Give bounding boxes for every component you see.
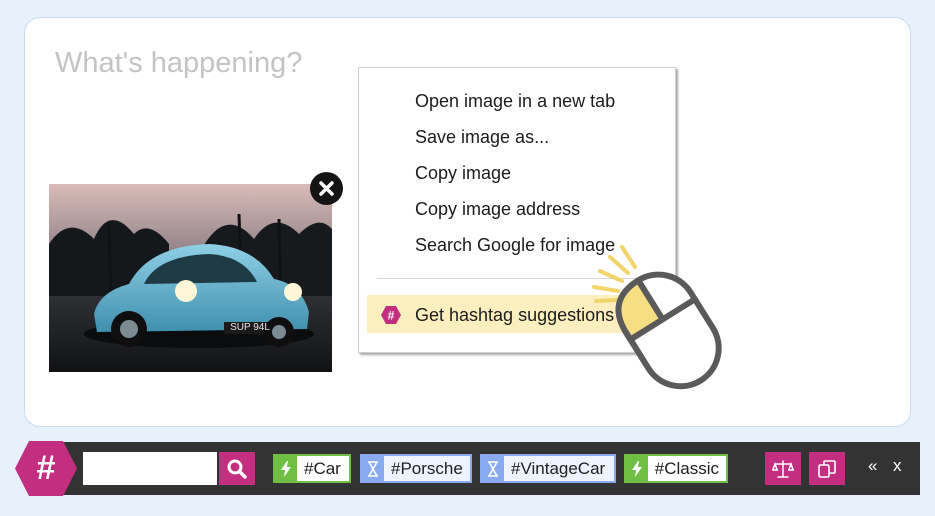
- hashtag-chip-label: #Classic: [654, 458, 719, 478]
- menu-item-copy-image-address[interactable]: Copy image address: [415, 199, 580, 220]
- menu-item-get-hashtag-suggestions[interactable]: Get hashtag suggestions: [415, 305, 614, 326]
- search-button[interactable]: [219, 452, 255, 485]
- hashtag-logo-symbol: #: [36, 449, 56, 487]
- copy-hashtags-button[interactable]: [809, 452, 845, 485]
- hashtag-chip-label: #Car: [304, 458, 341, 478]
- hashtag-chip-label: #VintageCar: [511, 458, 606, 478]
- attached-car-photo[interactable]: SUP 94L: [49, 184, 332, 372]
- mouse-click-illustration: [592, 245, 722, 390]
- hashtag-hexagon-icon: #: [381, 306, 401, 324]
- menu-item-copy-image[interactable]: Copy image: [415, 163, 511, 184]
- hashtag-chip-label: #Porsche: [391, 458, 463, 478]
- hashtag-search-input[interactable]: [83, 452, 217, 485]
- hashtag-chip-classic[interactable]: #Classic: [624, 454, 728, 483]
- menu-item-search-google[interactable]: Search Google for image: [415, 235, 615, 256]
- lightning-icon: [275, 456, 297, 481]
- license-plate-text: SUP 94L: [230, 322, 270, 333]
- hashtag-chip-car[interactable]: #Car: [273, 454, 351, 483]
- close-toolbar-button[interactable]: x: [893, 456, 902, 476]
- composer-placeholder[interactable]: What's happening?: [55, 47, 302, 80]
- compare-button[interactable]: [765, 452, 801, 485]
- svg-text:#: #: [388, 309, 395, 323]
- remove-image-button[interactable]: [310, 172, 343, 205]
- menu-item-save-image[interactable]: Save image as...: [415, 127, 549, 148]
- magnifier-icon: [227, 459, 247, 479]
- hourglass-icon: [362, 456, 384, 481]
- copy-icon: [818, 459, 836, 478]
- scale-balance-icon: [772, 459, 794, 478]
- lightning-icon: [626, 456, 648, 481]
- close-x-icon: [319, 181, 334, 196]
- hourglass-icon: [482, 456, 504, 481]
- collapse-toolbar-button[interactable]: «: [868, 456, 877, 476]
- menu-item-open-new-tab[interactable]: Open image in a new tab: [415, 91, 615, 112]
- hashtag-chip-porsche[interactable]: #Porsche: [360, 454, 472, 483]
- hashtag-chip-vintagecar[interactable]: #VintageCar: [480, 454, 616, 483]
